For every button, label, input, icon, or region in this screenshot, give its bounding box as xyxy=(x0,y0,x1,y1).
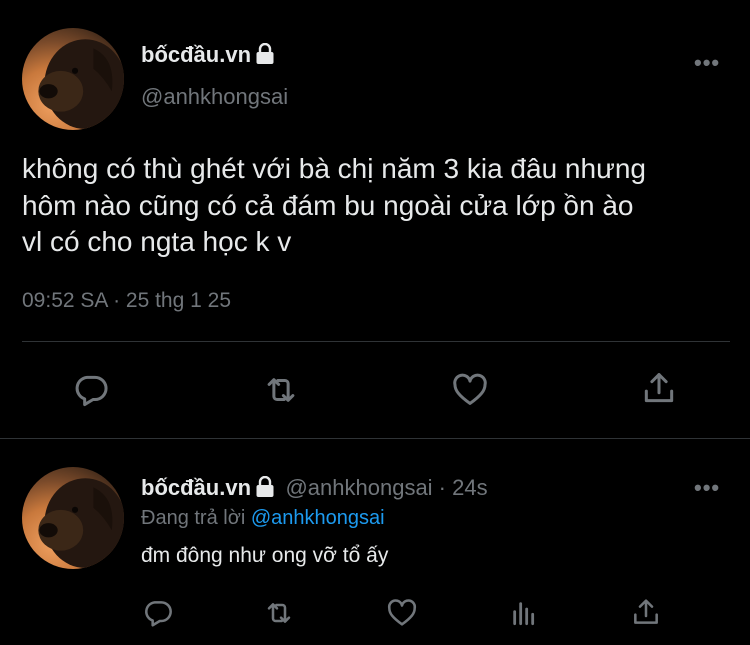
divider xyxy=(22,341,730,342)
more-options-icon[interactable]: ••• xyxy=(694,475,720,501)
replying-to: Đang trả lời @anhkhongsai xyxy=(141,507,385,530)
like-icon[interactable] xyxy=(451,371,489,409)
views-icon[interactable] xyxy=(508,597,540,629)
avatar[interactable] xyxy=(22,28,124,130)
reply-text: đm đông như ong vỡ tổ ấy xyxy=(141,544,389,567)
display-name-text: bốcđầu.vn xyxy=(141,42,252,67)
lock-icon xyxy=(255,475,275,503)
like-icon[interactable] xyxy=(386,597,418,629)
reply-icon[interactable] xyxy=(142,597,174,629)
share-icon[interactable] xyxy=(630,596,662,628)
display-name[interactable]: bốcđầu.vn xyxy=(141,42,275,71)
tweet-text-line: hôm nào cũng có cả đám bu ngoài cửa lớp … xyxy=(22,189,634,221)
display-name[interactable]: bốcđầu.vn xyxy=(141,475,251,500)
avatar-dog-image xyxy=(38,478,124,568)
replying-to-mention[interactable]: @anhkhongsai xyxy=(251,507,385,529)
more-options-icon[interactable]: ••• xyxy=(694,50,720,76)
tweet-timestamp[interactable]: 09:52 SA · 25 thg 1 25 xyxy=(22,289,231,313)
retweet-icon[interactable] xyxy=(262,597,296,629)
retweet-icon[interactable] xyxy=(261,371,301,409)
reply-icon[interactable] xyxy=(72,371,110,409)
handle[interactable]: @anhkhongsai xyxy=(141,84,288,110)
handle-and-time[interactable]: @anhkhongsai · 24s xyxy=(285,475,487,500)
tweet-text: không có thù ghét với bà chị năm 3 kia đ… xyxy=(22,151,737,261)
tweet-text-line: không có thù ghét với bà chị năm 3 kia đ… xyxy=(22,153,646,184)
tweet-text-line: vl có cho ngta học k v xyxy=(22,226,292,257)
replying-to-label: Đang trả lời xyxy=(141,507,251,529)
share-icon[interactable] xyxy=(640,369,678,407)
reply-header: bốcđầu.vn @anhkhongsai · 24s xyxy=(141,475,488,503)
divider xyxy=(0,438,750,439)
avatar-dog-image xyxy=(38,39,124,129)
lock-icon xyxy=(255,42,275,71)
avatar[interactable] xyxy=(22,467,124,569)
